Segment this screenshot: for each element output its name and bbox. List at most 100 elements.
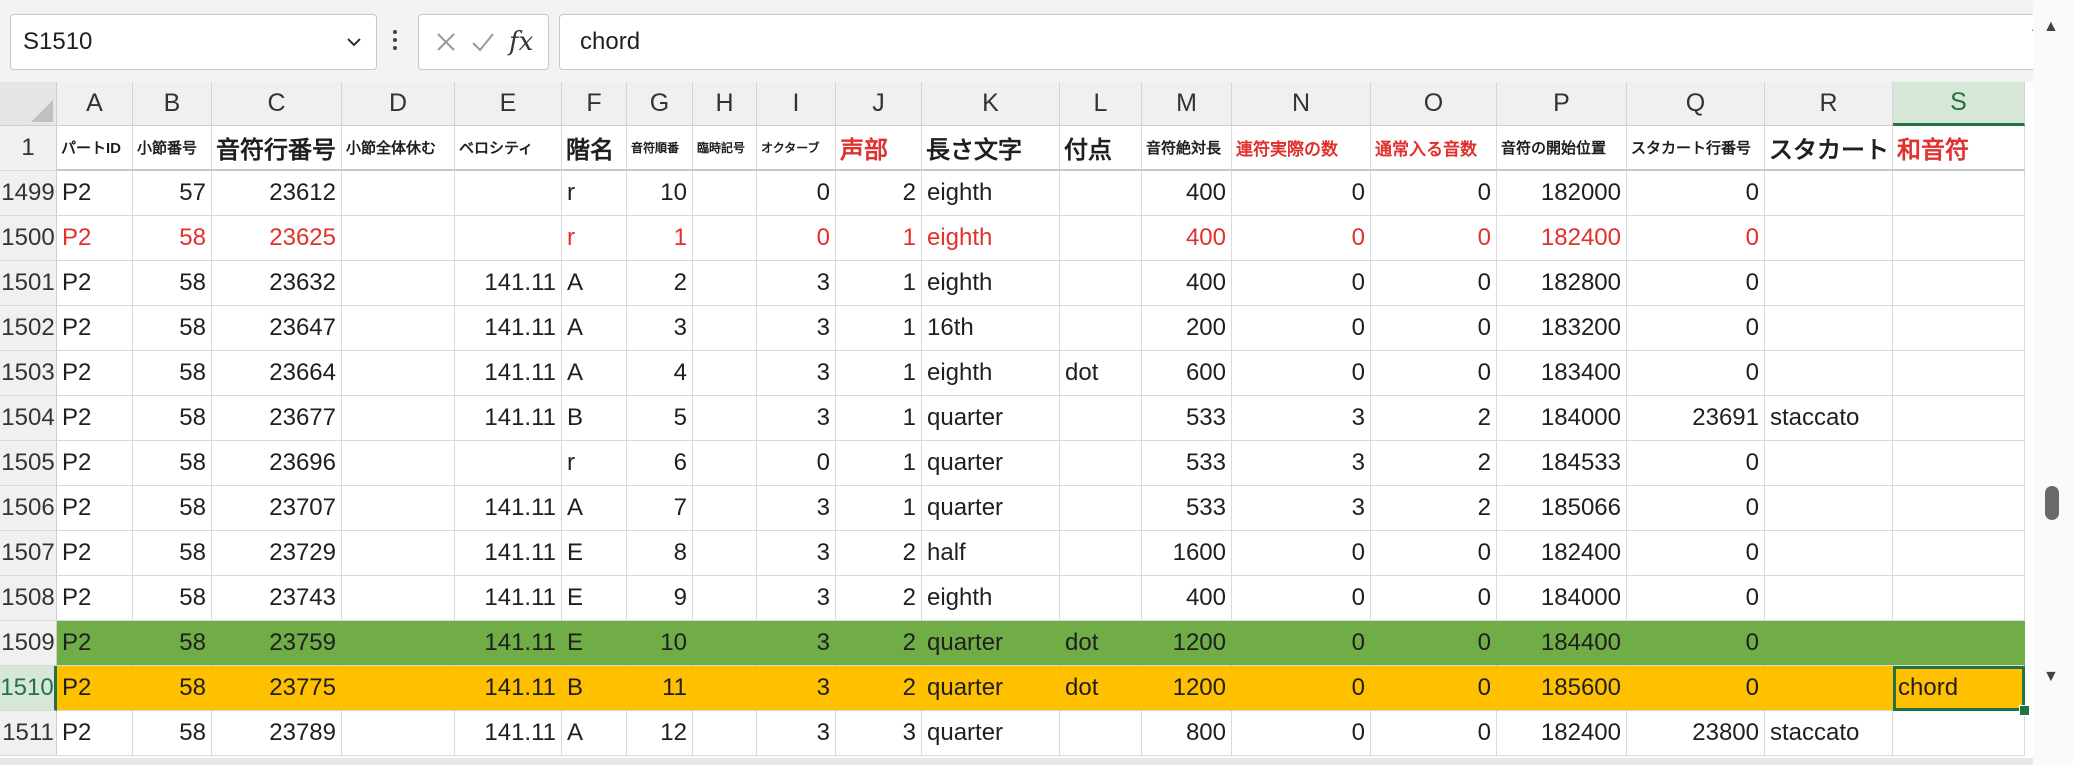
- column-header-j[interactable]: J: [836, 82, 922, 126]
- table-cell[interactable]: P2: [57, 531, 133, 576]
- table-cell[interactable]: [1765, 441, 1893, 486]
- table-cell[interactable]: 23647: [212, 306, 342, 351]
- table-cell[interactable]: 0: [1371, 171, 1497, 216]
- table-cell[interactable]: 183400: [1497, 351, 1627, 396]
- table-cell[interactable]: 600: [1142, 351, 1232, 396]
- column-header-k[interactable]: K: [922, 82, 1060, 126]
- table-cell[interactable]: 0: [1232, 711, 1371, 756]
- header-cell[interactable]: 音符行番号: [212, 126, 342, 171]
- table-cell[interactable]: [1765, 486, 1893, 531]
- table-cell[interactable]: 533: [1142, 396, 1232, 441]
- table-cell[interactable]: 400: [1142, 216, 1232, 261]
- table-cell[interactable]: [342, 486, 455, 531]
- table-cell[interactable]: 0: [1232, 666, 1371, 711]
- table-cell[interactable]: 400: [1142, 261, 1232, 306]
- table-cell[interactable]: P2: [57, 621, 133, 666]
- table-cell[interactable]: [342, 351, 455, 396]
- table-cell[interactable]: 3: [757, 351, 836, 396]
- row-header[interactable]: 1511: [0, 711, 57, 756]
- table-cell[interactable]: 182400: [1497, 216, 1627, 261]
- table-cell[interactable]: quarter: [922, 441, 1060, 486]
- table-cell[interactable]: E: [562, 621, 627, 666]
- table-cell[interactable]: 0: [1371, 576, 1497, 621]
- table-cell[interactable]: staccato: [1765, 396, 1893, 441]
- table-cell[interactable]: A: [562, 486, 627, 531]
- table-cell[interactable]: 185066: [1497, 486, 1627, 531]
- table-cell[interactable]: [693, 621, 757, 666]
- column-header-c[interactable]: C: [212, 82, 342, 126]
- table-cell[interactable]: [1893, 396, 2025, 441]
- horizontal-scrollbar[interactable]: [0, 758, 2033, 765]
- table-cell[interactable]: 0: [1232, 216, 1371, 261]
- table-cell[interactable]: 2: [1371, 486, 1497, 531]
- table-cell[interactable]: [693, 261, 757, 306]
- table-cell[interactable]: 1200: [1142, 621, 1232, 666]
- table-cell[interactable]: [1893, 216, 2025, 261]
- table-cell[interactable]: [693, 711, 757, 756]
- table-cell[interactable]: 141.11: [455, 486, 562, 531]
- fx-icon[interactable]: fx: [506, 27, 536, 57]
- table-cell[interactable]: 184400: [1497, 621, 1627, 666]
- table-cell[interactable]: [693, 396, 757, 441]
- table-cell[interactable]: 0: [1371, 216, 1497, 261]
- table-cell[interactable]: [693, 486, 757, 531]
- table-cell[interactable]: 58: [133, 666, 212, 711]
- table-cell[interactable]: 182800: [1497, 261, 1627, 306]
- table-cell[interactable]: [1893, 351, 2025, 396]
- table-cell[interactable]: 58: [133, 351, 212, 396]
- header-cell[interactable]: 声部: [836, 126, 922, 171]
- table-cell[interactable]: A: [562, 351, 627, 396]
- table-cell[interactable]: 3: [627, 306, 693, 351]
- column-header-s[interactable]: S: [1893, 82, 2025, 126]
- table-cell[interactable]: [693, 351, 757, 396]
- table-cell[interactable]: [693, 576, 757, 621]
- table-cell[interactable]: 400: [1142, 576, 1232, 621]
- table-cell[interactable]: [342, 216, 455, 261]
- table-cell[interactable]: 184533: [1497, 441, 1627, 486]
- table-cell[interactable]: 0: [1627, 531, 1765, 576]
- table-cell[interactable]: [693, 216, 757, 261]
- vertical-scrollbar[interactable]: ▲ ▼: [2033, 0, 2073, 765]
- table-cell[interactable]: 23664: [212, 351, 342, 396]
- column-header-b[interactable]: B: [133, 82, 212, 126]
- table-cell[interactable]: 1: [836, 396, 922, 441]
- table-cell[interactable]: 23800: [1627, 711, 1765, 756]
- table-cell[interactable]: 58: [133, 531, 212, 576]
- table-cell[interactable]: P2: [57, 441, 133, 486]
- table-cell[interactable]: 9: [627, 576, 693, 621]
- table-cell[interactable]: 10: [627, 171, 693, 216]
- cancel-icon[interactable]: [431, 27, 461, 57]
- table-cell[interactable]: 58: [133, 711, 212, 756]
- column-header-p[interactable]: P: [1497, 82, 1627, 126]
- header-cell[interactable]: 付点: [1060, 126, 1142, 171]
- column-header-m[interactable]: M: [1142, 82, 1232, 126]
- table-cell[interactable]: 0: [1371, 666, 1497, 711]
- table-cell[interactable]: 182400: [1497, 711, 1627, 756]
- row-header[interactable]: 1506: [0, 486, 57, 531]
- table-cell[interactable]: 141.11: [455, 261, 562, 306]
- table-cell[interactable]: [1893, 621, 2025, 666]
- table-cell[interactable]: 1200: [1142, 666, 1232, 711]
- table-cell[interactable]: P2: [57, 486, 133, 531]
- table-cell[interactable]: 400: [1142, 171, 1232, 216]
- table-cell[interactable]: 1: [836, 486, 922, 531]
- table-cell[interactable]: 0: [1627, 306, 1765, 351]
- table-cell[interactable]: 141.11: [455, 306, 562, 351]
- table-cell[interactable]: r: [562, 216, 627, 261]
- table-cell[interactable]: [1060, 171, 1142, 216]
- table-cell[interactable]: [342, 531, 455, 576]
- table-cell[interactable]: P2: [57, 576, 133, 621]
- table-cell[interactable]: 3: [1232, 441, 1371, 486]
- active-cell[interactable]: chord: [1893, 666, 2025, 711]
- table-cell[interactable]: 3: [757, 486, 836, 531]
- table-cell[interactable]: 3: [836, 711, 922, 756]
- row-header[interactable]: 1500: [0, 216, 57, 261]
- table-cell[interactable]: 0: [1371, 351, 1497, 396]
- table-cell[interactable]: [1765, 621, 1893, 666]
- table-cell[interactable]: dot: [1060, 351, 1142, 396]
- table-cell[interactable]: [1060, 306, 1142, 351]
- table-cell[interactable]: 0: [1627, 171, 1765, 216]
- table-cell[interactable]: 0: [1627, 441, 1765, 486]
- table-cell[interactable]: 182400: [1497, 531, 1627, 576]
- table-cell[interactable]: 3: [757, 531, 836, 576]
